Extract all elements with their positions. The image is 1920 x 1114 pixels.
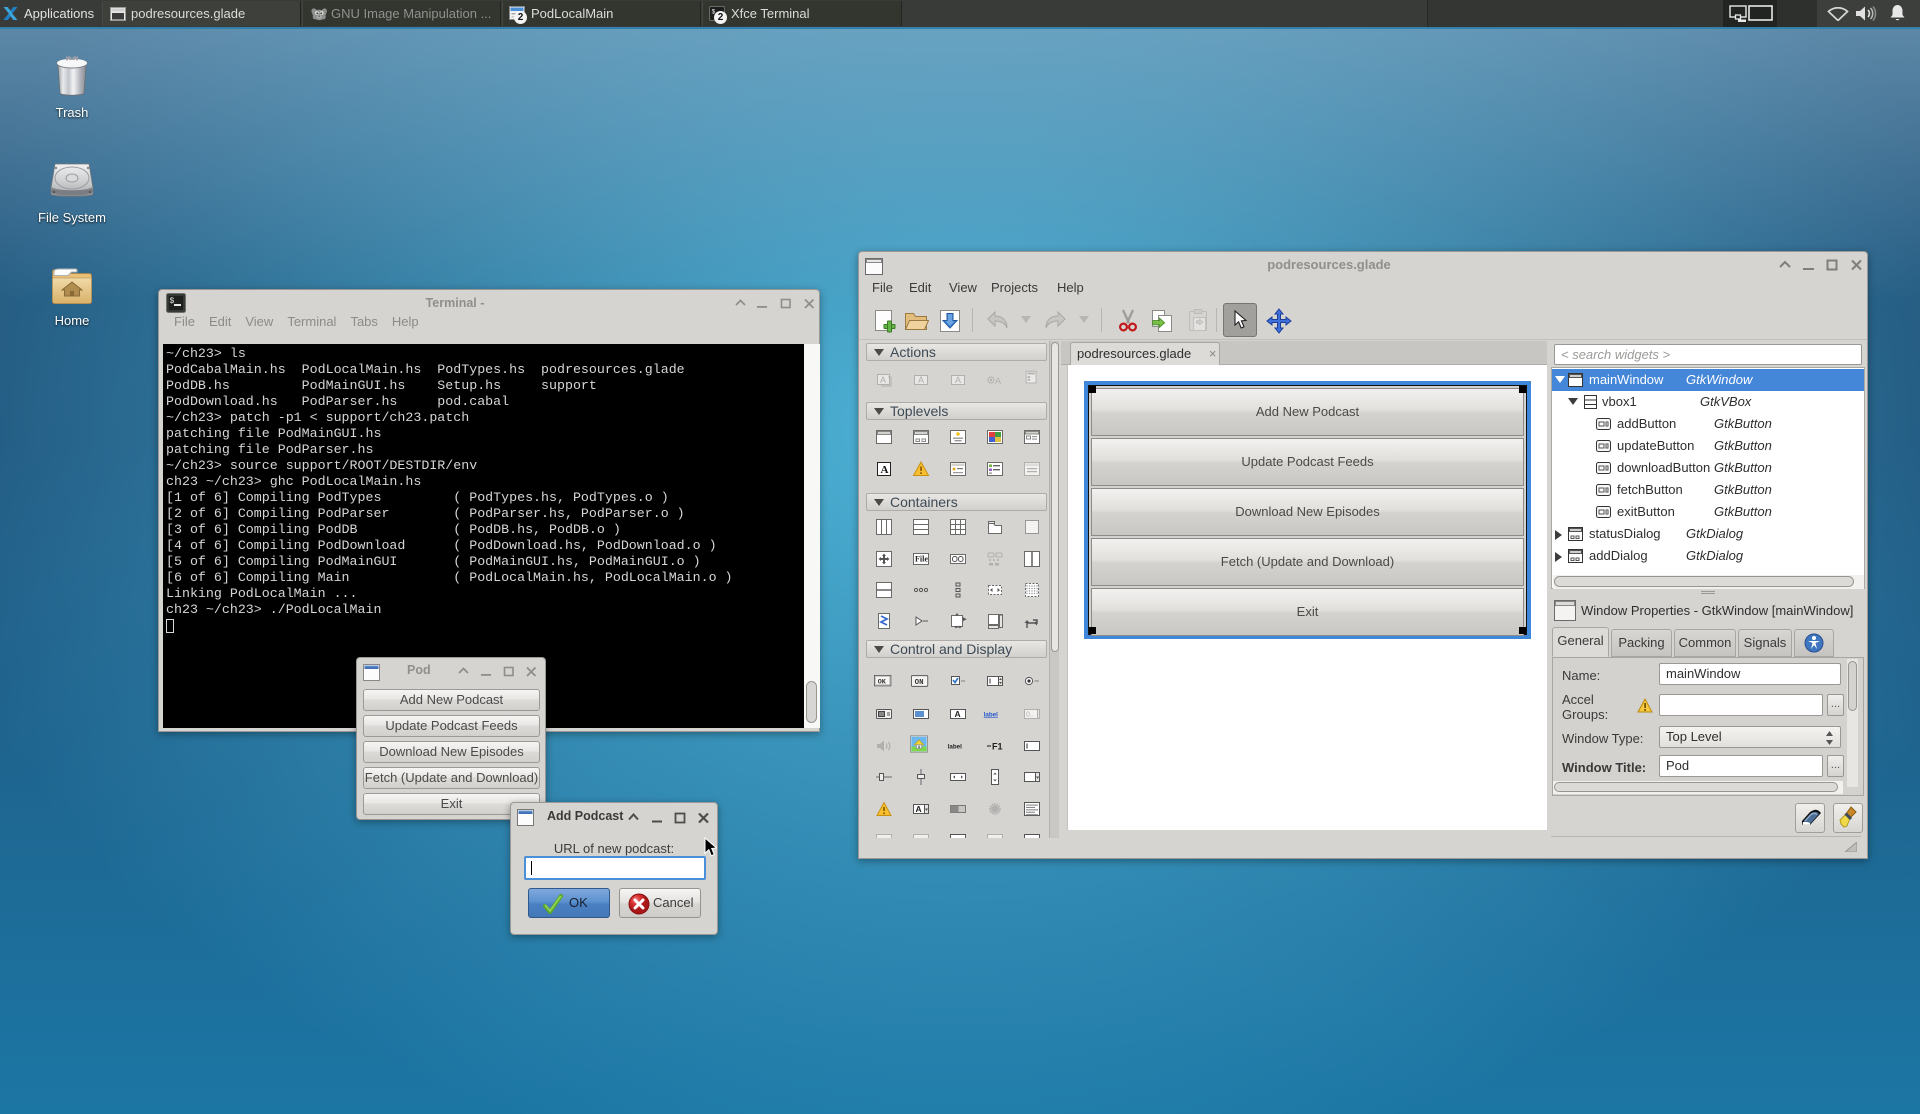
svg-text:A: A [995, 376, 1001, 386]
svg-text:A: A [881, 464, 889, 476]
svg-text:label: label [984, 711, 998, 718]
svg-text:F1: F1 [992, 742, 1003, 752]
svg-text:A: A [918, 375, 924, 385]
svg-text:File: File [915, 555, 928, 564]
svg-text:0..: 0.. [1026, 712, 1034, 719]
svg-text:A: A [916, 804, 922, 814]
svg-text:OK: OK [878, 678, 887, 686]
svg-text:ON: ON [915, 679, 924, 687]
svg-text:A: A [955, 375, 961, 385]
svg-text:label: label [948, 743, 962, 750]
svg-text:A: A [955, 709, 961, 719]
svg-text:A: A [880, 375, 886, 385]
